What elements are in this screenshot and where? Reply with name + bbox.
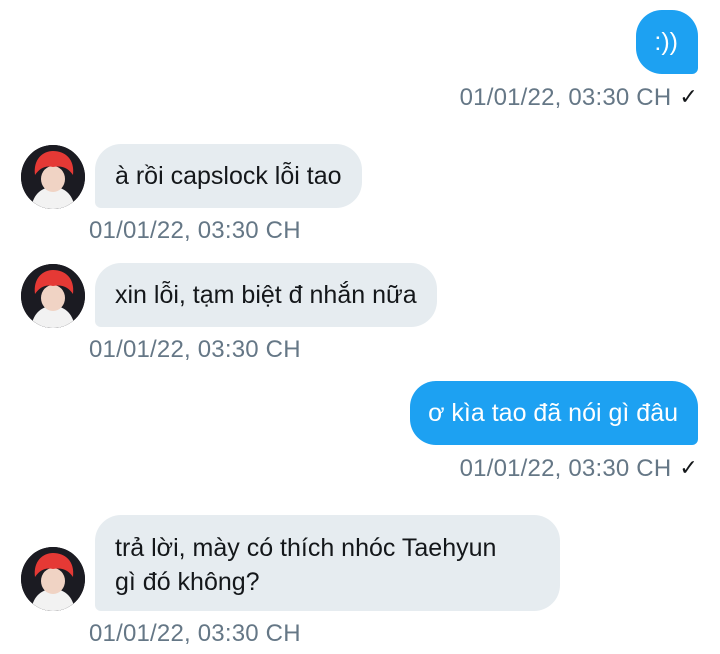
message-bubble-received[interactable]: xin lỗi, tạm biệt đ nhắn nữa: [95, 263, 437, 327]
avatar-image: [21, 264, 85, 328]
check-icon: ✓: [679, 455, 698, 480]
timestamp-text: 01/01/22, 03:30 CH: [89, 620, 301, 647]
timestamp-text: 01/01/22, 03:30 CH: [89, 217, 301, 244]
message-bubble-sent[interactable]: ơ kìa tao đã nói gì đâu: [410, 381, 698, 445]
avatar-image: [21, 547, 85, 611]
timestamp-text: 01/01/22, 03:30 CH: [459, 455, 672, 482]
message-bubble-received[interactable]: trả lời, mày có thích nhóc Taehyun gì đó…: [95, 515, 560, 611]
avatar[interactable]: [21, 145, 85, 209]
message-bubble-sent[interactable]: :)): [636, 10, 698, 74]
check-icon: ✓: [679, 84, 698, 109]
message-timestamp: 01/01/22, 03:30 CH ✓: [460, 84, 698, 112]
message-timestamp: 01/01/22, 03:30 CH: [89, 217, 301, 245]
message-timestamp: 01/01/22, 03:30 CH ✓: [460, 455, 698, 483]
message-timestamp: 01/01/22, 03:30 CH: [89, 336, 301, 364]
message-bubble-received[interactable]: à rồi capslock lỗi tao: [95, 144, 362, 208]
message-timestamp: 01/01/22, 03:30 CH: [89, 620, 301, 648]
avatar[interactable]: [21, 547, 85, 611]
timestamp-text: 01/01/22, 03:30 CH: [89, 336, 301, 363]
avatar[interactable]: [21, 264, 85, 328]
timestamp-text: 01/01/22, 03:30 CH: [459, 84, 672, 111]
avatar-image: [21, 145, 85, 209]
